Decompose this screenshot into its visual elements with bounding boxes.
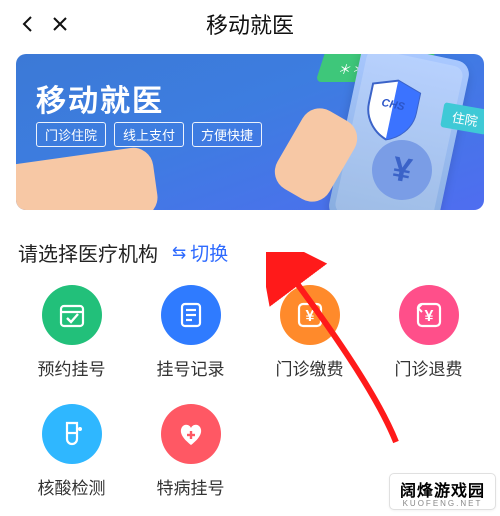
pay-yen-icon: ¥ bbox=[280, 285, 340, 345]
page-title: 移动就医 bbox=[206, 8, 294, 40]
list-doc-icon bbox=[161, 285, 221, 345]
grid-label: 预约挂号 bbox=[38, 355, 106, 380]
service-grid: 预约挂号 挂号记录 ¥ 门诊缴费 ¥ 门诊退费 核酸检测 特病挂号 bbox=[0, 285, 500, 499]
close-icon bbox=[51, 15, 69, 33]
banner-tag: 方便快捷 bbox=[192, 122, 262, 147]
banner-title: 移动就医 bbox=[36, 76, 164, 120]
banner-tag: 门诊住院 bbox=[36, 122, 106, 147]
promo-banner[interactable]: ＊＊---＊＊ 移动就医 门诊住院 线上支付 方便快捷 ¥ CHS 住院 bbox=[16, 54, 484, 210]
banner-tags: 门诊住院 线上支付 方便快捷 bbox=[36, 122, 262, 147]
grid-item-appointment[interactable]: 预约挂号 bbox=[12, 285, 131, 380]
grid-item-outpatient-refund[interactable]: ¥ 门诊退费 bbox=[369, 285, 488, 380]
back-button[interactable] bbox=[12, 8, 44, 40]
watermark-sub: KUOFENG.NET bbox=[400, 499, 485, 508]
grid-label: 核酸检测 bbox=[38, 474, 106, 499]
calendar-check-icon bbox=[42, 285, 102, 345]
chevron-left-icon bbox=[19, 15, 37, 33]
grid-item-nucleic-test[interactable]: 核酸检测 bbox=[12, 404, 131, 499]
switch-label: 切换 bbox=[190, 239, 228, 266]
watermark-title: 阔烽游戏园 bbox=[400, 477, 485, 501]
close-button[interactable] bbox=[44, 8, 76, 40]
hand-illustration bbox=[16, 145, 160, 210]
grid-label: 挂号记录 bbox=[157, 355, 225, 380]
grid-label: 门诊退费 bbox=[395, 355, 463, 380]
test-tube-icon bbox=[42, 404, 102, 464]
watermark-badge: 阔烽游戏园 KUOFENG.NET bbox=[389, 473, 496, 510]
refund-yen-icon: ¥ bbox=[399, 285, 459, 345]
section-title: 请选择医疗机构 bbox=[18, 238, 158, 267]
grid-label: 特病挂号 bbox=[157, 474, 225, 499]
svg-text:¥: ¥ bbox=[305, 308, 314, 325]
heart-plus-icon bbox=[161, 404, 221, 464]
switch-org-button[interactable]: ⇆ 切换 bbox=[172, 239, 228, 266]
app-header: 移动就医 bbox=[0, 0, 500, 48]
banner-tag: 线上支付 bbox=[114, 122, 184, 147]
grid-label: 门诊缴费 bbox=[276, 355, 344, 380]
svg-text:¥: ¥ bbox=[424, 308, 433, 325]
section-header: 请选择医疗机构 ⇆ 切换 bbox=[18, 238, 482, 267]
grid-item-outpatient-pay[interactable]: ¥ 门诊缴费 bbox=[250, 285, 369, 380]
grid-item-records[interactable]: 挂号记录 bbox=[131, 285, 250, 380]
swap-icon: ⇆ bbox=[172, 243, 186, 263]
grid-item-special-reg[interactable]: 特病挂号 bbox=[131, 404, 250, 499]
